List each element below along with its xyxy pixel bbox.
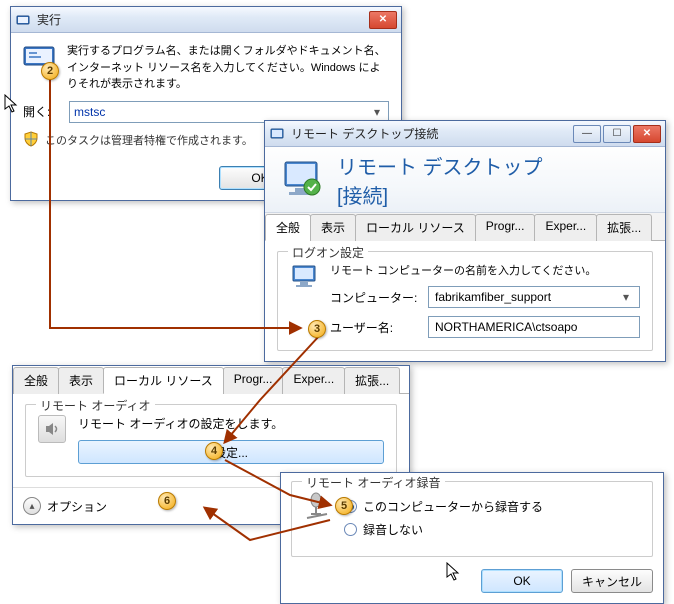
radio-label: 録音しない: [363, 521, 423, 538]
admin-note: このタスクは管理者特権で作成されます。: [45, 132, 253, 148]
computer-label: コンピューター:: [330, 289, 420, 306]
tab-experience[interactable]: Exper...: [534, 214, 597, 241]
options-label: オプション: [47, 498, 107, 515]
titlebar[interactable]: 実行 ✕: [11, 7, 401, 33]
radio-do-not-record[interactable]: 録音しない: [344, 521, 640, 538]
group-legend: リモート オーディオ: [36, 397, 155, 414]
group-legend: リモート オーディオ録音: [302, 474, 445, 491]
chevron-down-icon[interactable]: ▾: [619, 290, 633, 304]
computer-icon: [290, 262, 320, 295]
tab-general[interactable]: 全般: [265, 214, 311, 241]
maximize-button[interactable]: ☐: [603, 125, 631, 143]
annotation-marker-5: 5: [335, 497, 353, 515]
tab-display[interactable]: 表示: [310, 214, 356, 241]
tab-strip: 全般 表示 ローカル リソース Progr... Exper... 拡張...: [13, 366, 409, 394]
rdc-title: リモート デスクトップ接続: [291, 125, 573, 142]
settings-button[interactable]: 設定...: [78, 440, 384, 464]
radio-label: このコンピューターから録音する: [363, 498, 543, 515]
cursor-icon: [4, 94, 20, 119]
open-value: mstsc: [74, 105, 370, 119]
rdc-small-icon: [269, 126, 285, 142]
minimize-button[interactable]: —: [573, 125, 601, 143]
tab-advanced[interactable]: 拡張...: [344, 367, 400, 394]
username-label: ユーザー名:: [330, 319, 420, 336]
microphone-icon: [304, 492, 332, 525]
computer-value: fabrikamfiber_support: [435, 290, 619, 304]
computer-combobox[interactable]: fabrikamfiber_support ▾: [428, 286, 640, 308]
annotation-marker-6: 6: [158, 492, 176, 510]
open-label: 開く:: [23, 103, 61, 120]
tab-local-resources[interactable]: ローカル リソース: [103, 367, 224, 394]
tab-strip: 全般 表示 ローカル リソース Progr... Exper... 拡張...: [265, 213, 665, 241]
options-toggle[interactable]: ▴: [23, 497, 41, 515]
username-value: NORTHAMERICA\ctsoapo: [435, 320, 633, 334]
audio-recording-group: リモート オーディオ録音 このコンピューターから録音する 録音しない: [291, 481, 653, 557]
audio-settings-dialog: リモート オーディオ録音 このコンピューターから録音する 録音しない: [280, 472, 664, 604]
radio-icon: [344, 523, 357, 536]
group-legend: ログオン設定: [288, 244, 368, 261]
ok-button[interactable]: OK: [481, 569, 563, 593]
radio-record-from-this-computer[interactable]: このコンピューターから録音する: [344, 498, 640, 515]
run-description: 実行するプログラム名、または開くフォルダやドキュメント名、インターネット リソー…: [67, 43, 389, 93]
shield-icon: [23, 131, 39, 150]
close-button[interactable]: ✕: [633, 125, 661, 143]
computer-prompt: リモート コンピューターの名前を入力してください。: [330, 262, 640, 278]
username-input[interactable]: NORTHAMERICA\ctsoapo: [428, 316, 640, 338]
banner-title: リモート デスクトップ: [337, 151, 543, 180]
banner-subtitle: [接続]: [337, 180, 543, 209]
close-button[interactable]: ✕: [369, 11, 397, 29]
annotation-marker-4: 4: [205, 442, 223, 460]
tab-general[interactable]: 全般: [13, 367, 59, 394]
rdc-banner-icon: [279, 156, 327, 204]
tab-display[interactable]: 表示: [58, 367, 104, 394]
remote-audio-group: リモート オーディオ リモート オーディオの設定をします。 設定...: [25, 404, 397, 477]
annotation-marker-3: 3: [308, 320, 326, 338]
tab-advanced[interactable]: 拡張...: [596, 214, 652, 241]
cursor-icon: [446, 562, 462, 587]
cancel-button[interactable]: キャンセル: [571, 569, 653, 593]
logon-settings-group: ログオン設定 リモート コンピューターの名前を入力してください。 コンピューター…: [277, 251, 653, 351]
run-icon: [15, 12, 31, 28]
tab-programs[interactable]: Progr...: [475, 214, 536, 241]
run-title: 実行: [37, 11, 369, 28]
chevron-down-icon[interactable]: ▾: [370, 105, 384, 119]
annotation-marker-2: 2: [41, 62, 59, 80]
speaker-icon: [38, 415, 66, 443]
titlebar[interactable]: リモート デスクトップ接続 — ☐ ✕: [265, 121, 665, 147]
tab-programs[interactable]: Progr...: [223, 367, 284, 394]
remote-audio-desc: リモート オーディオの設定をします。: [78, 415, 384, 432]
tab-experience[interactable]: Exper...: [282, 367, 345, 394]
tab-local-resources[interactable]: ローカル リソース: [355, 214, 476, 241]
